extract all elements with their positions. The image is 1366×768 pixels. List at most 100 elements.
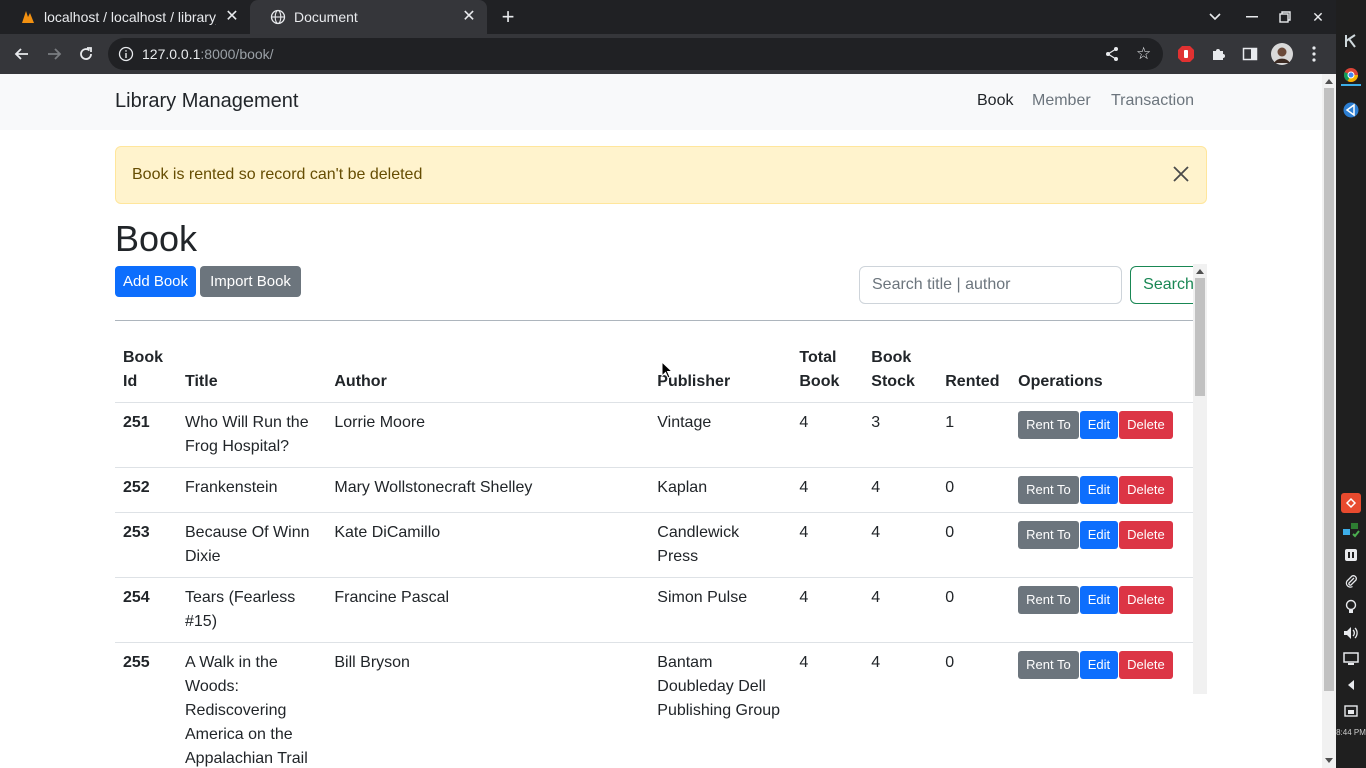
cell-operations: Rent To Edit Delete [1010,512,1193,578]
delete-button[interactable]: Delete [1119,411,1173,439]
nav-link-transaction[interactable]: Transaction [1111,92,1194,110]
brand[interactable]: Library Management [115,90,298,113]
git-tool-icon[interactable] [1341,493,1361,513]
reload-icon[interactable] [74,42,98,66]
clipboard-attach-icon[interactable] [1341,571,1361,591]
globe-icon [270,9,286,25]
side-panel-icon[interactable] [1238,42,1262,66]
url-host: 127.0.0.1 [142,46,201,62]
scroll-down-arrow-icon[interactable] [1325,758,1333,763]
cell-rented: 0 [937,512,1011,578]
divider [115,320,1207,321]
extensions-puzzle-icon[interactable] [1206,42,1230,66]
chrome-icon[interactable] [1341,66,1361,86]
minimize-icon[interactable] [1236,0,1268,34]
tab-search-chevron-icon[interactable] [1199,0,1231,34]
header-operations: Operations [1010,338,1193,403]
delete-button[interactable]: Delete [1119,651,1173,679]
cell-publisher: Kaplan [649,467,792,513]
cell-publisher: Bantam Doubleday Dell Publishing Group [649,642,792,768]
browser-tab-document[interactable]: Document ✕ [250,0,487,34]
cell-total-book: 4 [791,402,864,468]
cell-operations: Rent To Edit Delete [1010,467,1193,513]
rent-to-button[interactable]: Rent To [1018,651,1079,679]
rent-to-button[interactable]: Rent To [1018,521,1079,549]
cell-title: Because Of Winn Dixie [177,512,327,578]
system-clock[interactable]: 8:44 PM [1336,728,1366,737]
delete-button[interactable]: Delete [1119,586,1173,614]
rent-to-button[interactable]: Rent To [1018,586,1079,614]
books-table: Book Id Title Author Publisher Total Boo… [115,338,1193,768]
collapse-arrow-icon[interactable] [1341,675,1361,695]
forward-icon[interactable] [42,42,66,66]
page-scrollbar[interactable] [1322,74,1336,768]
delete-button[interactable]: Delete [1119,476,1173,504]
volume-icon[interactable] [1341,623,1361,643]
address-bar[interactable]: 127.0.0.1:8000/book/ ☆ [108,38,1163,70]
table-scrollbar[interactable] [1193,264,1207,694]
media-pause-icon[interactable] [1341,545,1361,565]
close-alert-icon[interactable] [1172,165,1190,183]
table-row: 251 Who Will Run the Frog Hospital? Lorrie… [115,402,1193,468]
browser-menu-icon[interactable] [1302,42,1326,66]
nav-link-book[interactable]: Book [977,92,1013,110]
add-book-button[interactable]: Add Book [115,266,196,297]
profile-avatar[interactable] [1270,42,1294,66]
table-row: 255 A Walk in the Woods: Rediscovering Am… [115,642,1193,768]
lightbulb-icon[interactable] [1341,597,1361,617]
cell-title: A Walk in the Woods: Rediscovering Ameri… [177,642,327,768]
header-book-stock: Book Stock [863,338,938,403]
scroll-up-arrow-icon[interactable] [1325,79,1333,84]
browser-tab-phpmyadmin[interactable]: localhost / localhost / library_ ✕ [0,0,250,34]
rent-to-button[interactable]: Rent To [1018,476,1079,504]
edit-button[interactable]: Edit [1079,521,1119,549]
page-scrollbar-thumb[interactable] [1324,88,1334,691]
tab-title: Document [294,9,358,25]
cell-rented: 0 [937,467,1011,513]
close-tab-icon[interactable]: ✕ [461,9,477,25]
scroll-up-arrow-icon[interactable] [1196,269,1204,274]
cell-publisher: Vintage [649,402,792,468]
cell-total-book: 4 [791,467,864,513]
cell-title: Frankenstein [177,467,327,513]
import-book-button[interactable]: Import Book [200,266,301,297]
table-row: 254 Tears (Fearless #15) Francine Pascal Si… [115,577,1193,643]
cell-rented: 1 [937,402,1011,468]
bookmark-star-icon[interactable]: ☆ [1136,45,1151,62]
restore-icon[interactable] [1269,0,1301,34]
delete-button[interactable]: Delete [1119,521,1173,549]
browser-toolbar: 127.0.0.1:8000/book/ ☆ [0,34,1336,74]
mouse-cursor-icon [661,360,674,379]
close-tab-icon[interactable]: ✕ [224,9,240,25]
cell-total-book: 4 [791,577,864,643]
edit-button[interactable]: Edit [1079,651,1119,679]
show-desktop-icon[interactable] [1341,701,1361,721]
new-tab-icon[interactable]: + [498,6,518,28]
header-rented: Rented [937,338,1011,403]
cell-book-stock: 3 [863,402,938,468]
network-status-icon[interactable] [1341,519,1361,539]
adblock-extension-icon[interactable] [1174,42,1198,66]
table-scrollbar-thumb[interactable] [1195,278,1205,396]
edit-button[interactable]: Edit [1079,586,1119,614]
header-book-id: Book Id [115,338,177,403]
cell-book-stock: 4 [863,512,938,578]
edit-button[interactable]: Edit [1079,411,1119,439]
cell-author: Bill Bryson [326,642,650,768]
back-icon[interactable] [10,42,34,66]
display-icon[interactable] [1341,649,1361,669]
site-info-icon[interactable] [118,46,134,62]
warning-alert: Book is rented so record can't be delete… [115,146,1207,204]
close-window-icon[interactable]: ✕ [1302,0,1334,34]
edit-button[interactable]: Edit [1079,476,1119,504]
desktop-side-dock: 8:44 PM [1336,0,1366,768]
cell-publisher: Simon Pulse [649,577,792,643]
nav-link-member[interactable]: Member [1032,92,1091,110]
cell-book-stock: 4 [863,642,938,768]
share-icon[interactable] [1104,46,1120,67]
search-input[interactable]: Search title | author [859,266,1122,304]
vscode-icon[interactable] [1341,100,1361,120]
cell-book-id: 255 [115,642,177,768]
rent-to-button[interactable]: Rent To [1018,411,1079,439]
kde-logo-icon[interactable] [1341,31,1361,51]
